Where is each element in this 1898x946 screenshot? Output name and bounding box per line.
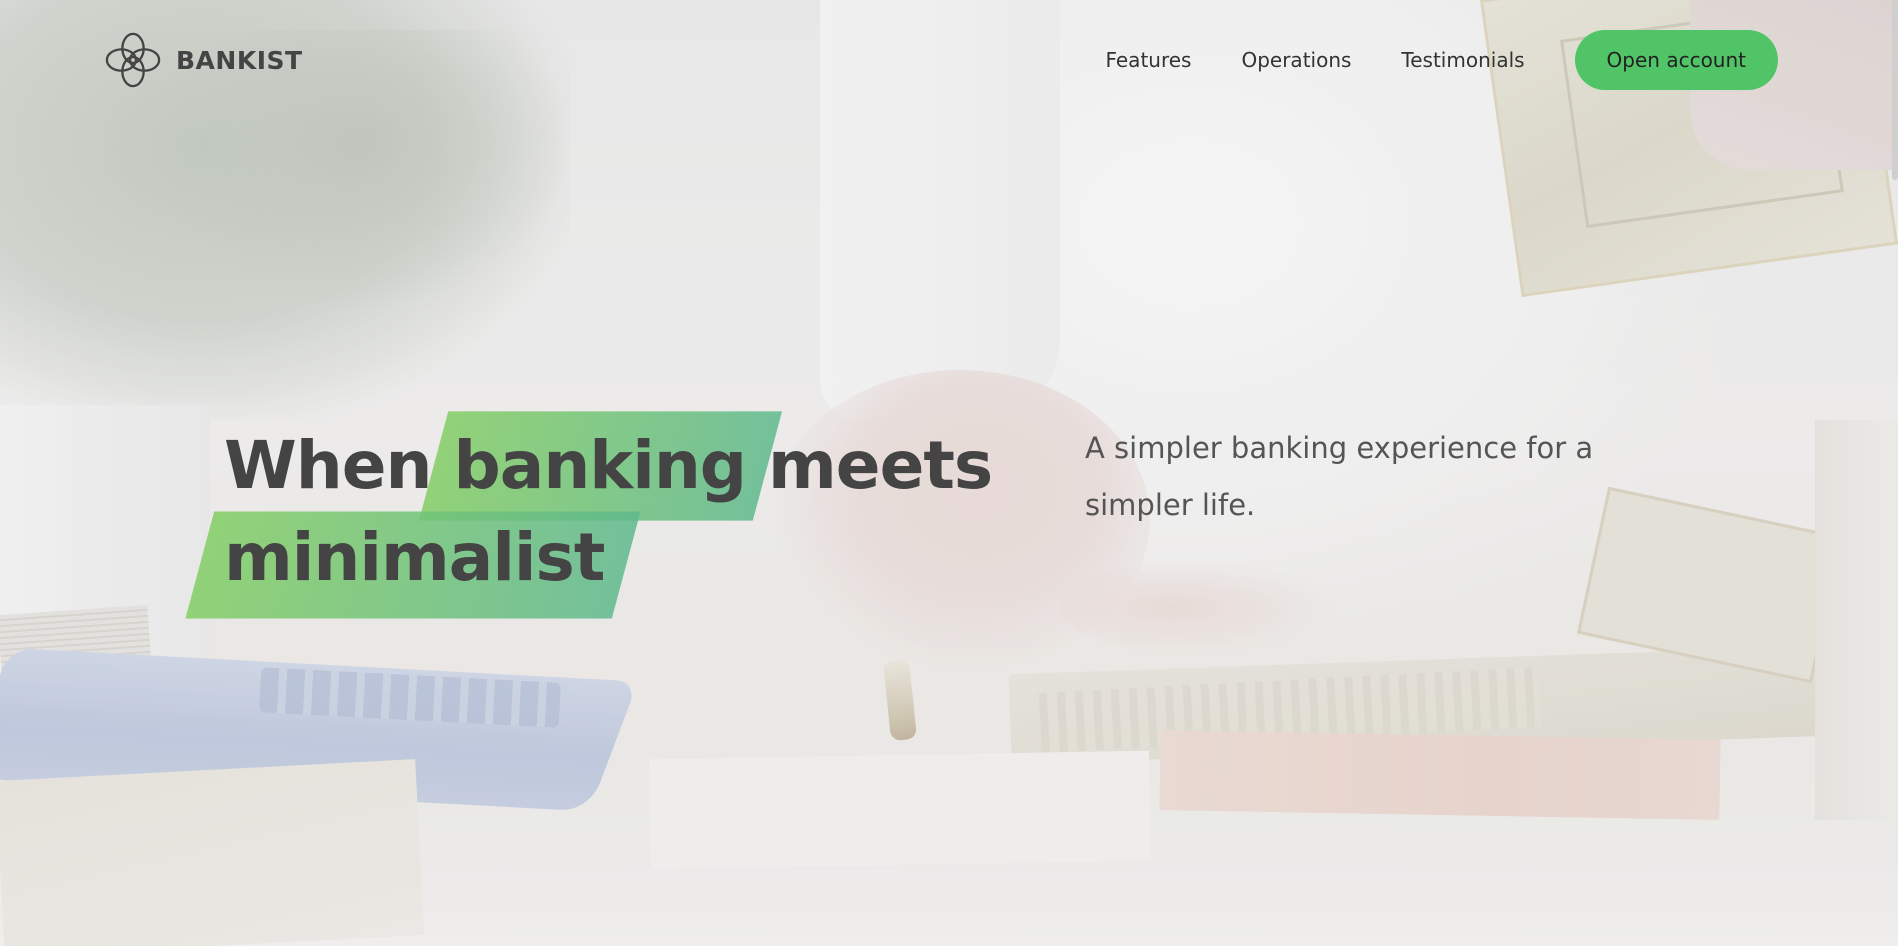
nav-links: Features Operations Testimonials Open ac… — [1105, 30, 1778, 90]
headline-word: When — [224, 427, 433, 504]
nav-link-operations[interactable]: Operations — [1241, 48, 1351, 72]
nav-link-testimonials[interactable]: Testimonials — [1401, 48, 1524, 72]
open-account-button[interactable]: Open account — [1574, 30, 1778, 90]
brand-name: BANKIST — [176, 45, 303, 75]
scrollbar[interactable] — [1892, 0, 1898, 180]
headline-highlight: banking — [454, 420, 748, 512]
hero-headline: When banking meets minimalist — [224, 420, 1064, 604]
headline-highlight: minimalist — [224, 512, 605, 604]
main-nav: BANKIST Features Operations Testimonials… — [0, 0, 1898, 120]
headline-word: meets — [768, 427, 993, 504]
hero-subtitle: A simpler banking experience for a simpl… — [1085, 431, 1594, 522]
four-petal-flower-icon — [105, 32, 161, 88]
logo[interactable]: BANKIST — [104, 31, 303, 89]
nav-link-features[interactable]: Features — [1105, 48, 1191, 72]
